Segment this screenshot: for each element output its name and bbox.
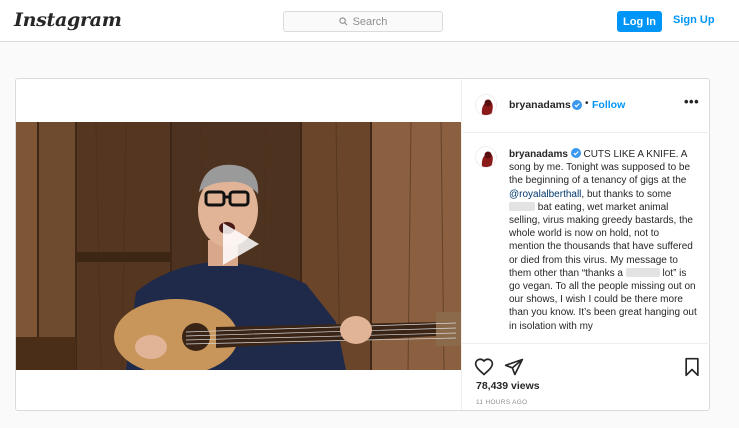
top-nav: Instagram Search Log In Sign Up	[0, 0, 739, 42]
search-placeholder: Search	[352, 15, 388, 28]
heart-icon[interactable]	[474, 357, 494, 377]
username[interactable]: bryanadams	[509, 99, 571, 111]
caption-username[interactable]: bryanadams	[509, 149, 568, 160]
post-video[interactable]	[16, 122, 461, 370]
redacted-word	[509, 201, 535, 211]
log-in-button[interactable]: Log In	[617, 11, 662, 32]
bookmark-icon[interactable]	[682, 357, 702, 377]
instagram-logo[interactable]: Instagram	[14, 9, 122, 31]
post-header: bryanadams • Follow •••	[462, 79, 710, 133]
post-card: bryanadams • Follow ••• bryanadams CUTS …	[15, 78, 710, 411]
paper-plane-icon[interactable]	[504, 357, 524, 377]
post-sidebar: bryanadams • Follow ••• bryanadams CUTS …	[461, 79, 710, 410]
redacted-word	[625, 267, 660, 277]
avatar[interactable]	[475, 94, 497, 116]
more-options-icon[interactable]: •••	[684, 94, 699, 109]
search-box[interactable]: Search	[283, 11, 443, 32]
timestamp[interactable]: 11 HOURS AGO	[476, 399, 528, 406]
play-icon[interactable]	[221, 221, 261, 267]
caption-text-2: , but thanks to some	[581, 188, 672, 200]
follow-button[interactable]: Follow	[592, 99, 625, 111]
verified-badge-icon	[570, 148, 581, 158]
post-actions	[462, 349, 710, 377]
view-count[interactable]: 78,439 views	[476, 380, 540, 392]
avatar[interactable]	[475, 146, 497, 168]
search-icon	[338, 17, 348, 26]
mention-link[interactable]: @royalalberthall	[509, 189, 581, 200]
caption-area: bryanadams CUTS LIKE A KNIFE. A song by …	[462, 134, 710, 344]
sign-up-link[interactable]: Sign Up	[673, 14, 715, 26]
separator-dot: •	[585, 98, 589, 109]
verified-badge-icon	[572, 100, 582, 110]
post-caption: bryanadams CUTS LIKE A KNIFE. A song by …	[509, 148, 697, 333]
